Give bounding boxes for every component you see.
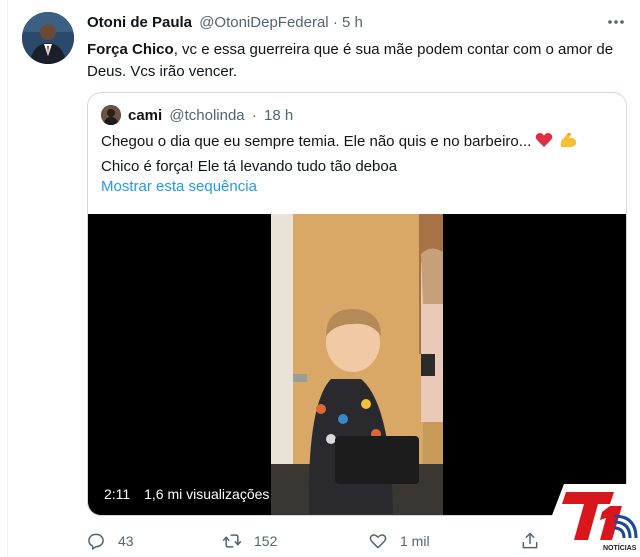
timeline-divider (7, 0, 8, 557)
video-meta: 2:11 1,6 mi visualizações (104, 486, 269, 502)
show-thread-link[interactable]: Mostrar esta sequência (101, 178, 257, 195)
red-heart-emoji (535, 131, 553, 156)
reply-count: 43 (118, 533, 134, 549)
quoted-header-separator: · (251, 107, 257, 124)
like-button[interactable]: 1 mil (368, 530, 430, 552)
more-icon[interactable] (604, 14, 628, 30)
author-handle[interactable]: @OtoniDepFederal (199, 14, 328, 31)
video-duration: 2:11 (104, 486, 131, 502)
tweet-actions: 43 152 1 mil (86, 530, 546, 552)
reply-button[interactable]: 43 (86, 530, 134, 552)
retweet-count: 152 (254, 533, 278, 549)
tweet-header: Otoni de Paula @OtoniDepFederal · 5 h (87, 14, 363, 31)
author-name[interactable]: Otoni de Paula (87, 14, 192, 31)
tweet-text: Força Chico, vc e essa guerreira que é s… (87, 39, 627, 83)
retweet-icon (222, 534, 242, 548)
svg-text:NOTÍCIAS: NOTÍCIAS (603, 543, 637, 552)
quoted-header: cami @tcholinda · 18 h (128, 107, 293, 124)
quoted-author-handle[interactable]: @tcholinda (169, 107, 244, 124)
tweet-page: Otoni de Paula @OtoniDepFederal · 5 h Fo… (0, 0, 640, 557)
quoted-tweet[interactable]: cami @tcholinda · 18 h Chegou o dia que … (87, 92, 627, 516)
heart-icon (369, 534, 387, 549)
header-separator: · (332, 14, 338, 31)
t1-noticias-logo: NOTÍCIAS (536, 484, 640, 557)
quoted-timestamp[interactable]: 18 h (264, 107, 293, 124)
video-views: 1,6 mi visualizações (144, 486, 270, 502)
quoted-author-name[interactable]: cami (128, 107, 162, 124)
author-avatar[interactable] (22, 12, 74, 64)
video-thumbnail (271, 214, 443, 515)
tweet-text-bold: Força Chico (87, 41, 174, 58)
flexed-bicep-emoji (558, 131, 578, 156)
retweet-button[interactable]: 152 (222, 530, 277, 552)
like-count: 1 mil (400, 533, 430, 549)
tweet-timestamp[interactable]: 5 h (342, 14, 363, 31)
quoted-author-avatar[interactable] (101, 105, 121, 125)
reply-icon (88, 533, 104, 550)
quoted-text-line2: Chico é força! Ele tá levando tudo tão d… (101, 158, 398, 175)
quoted-text-line1: Chegou o dia que eu sempre temia. Ele nã… (101, 133, 532, 150)
video-player[interactable]: 2:11 1,6 mi visualizações (88, 214, 626, 515)
quoted-text: Chegou o dia que eu sempre temia. Ele nã… (101, 131, 621, 178)
